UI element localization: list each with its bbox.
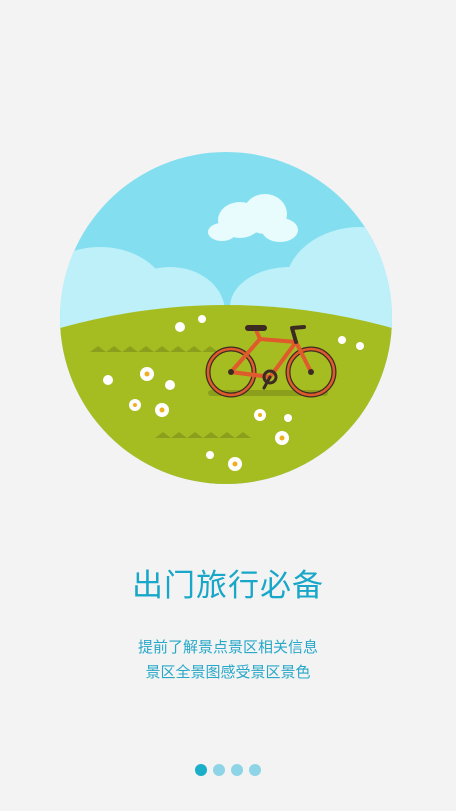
onboarding-screen[interactable]: 出门旅行必备 提前了解景点景区相关信息 景区全景图感受景区景色 [0, 0, 456, 811]
page-indicator-dot-1[interactable] [195, 764, 207, 776]
page-indicator-dot-2[interactable] [213, 764, 225, 776]
onboarding-headline: 出门旅行必备 [132, 568, 324, 604]
onboarding-description-line2: 景区全景图感受景区景色 [145, 663, 311, 681]
page-indicator[interactable] [0, 764, 456, 778]
page-indicator-dot-3[interactable] [231, 764, 243, 776]
page-indicator-dot-4[interactable] [249, 764, 261, 776]
bicycle-meadow-icon [60, 152, 392, 484]
bicycle-illustration [60, 152, 392, 484]
onboarding-description-line1: 提前了解景点景区相关信息 [137, 638, 318, 656]
